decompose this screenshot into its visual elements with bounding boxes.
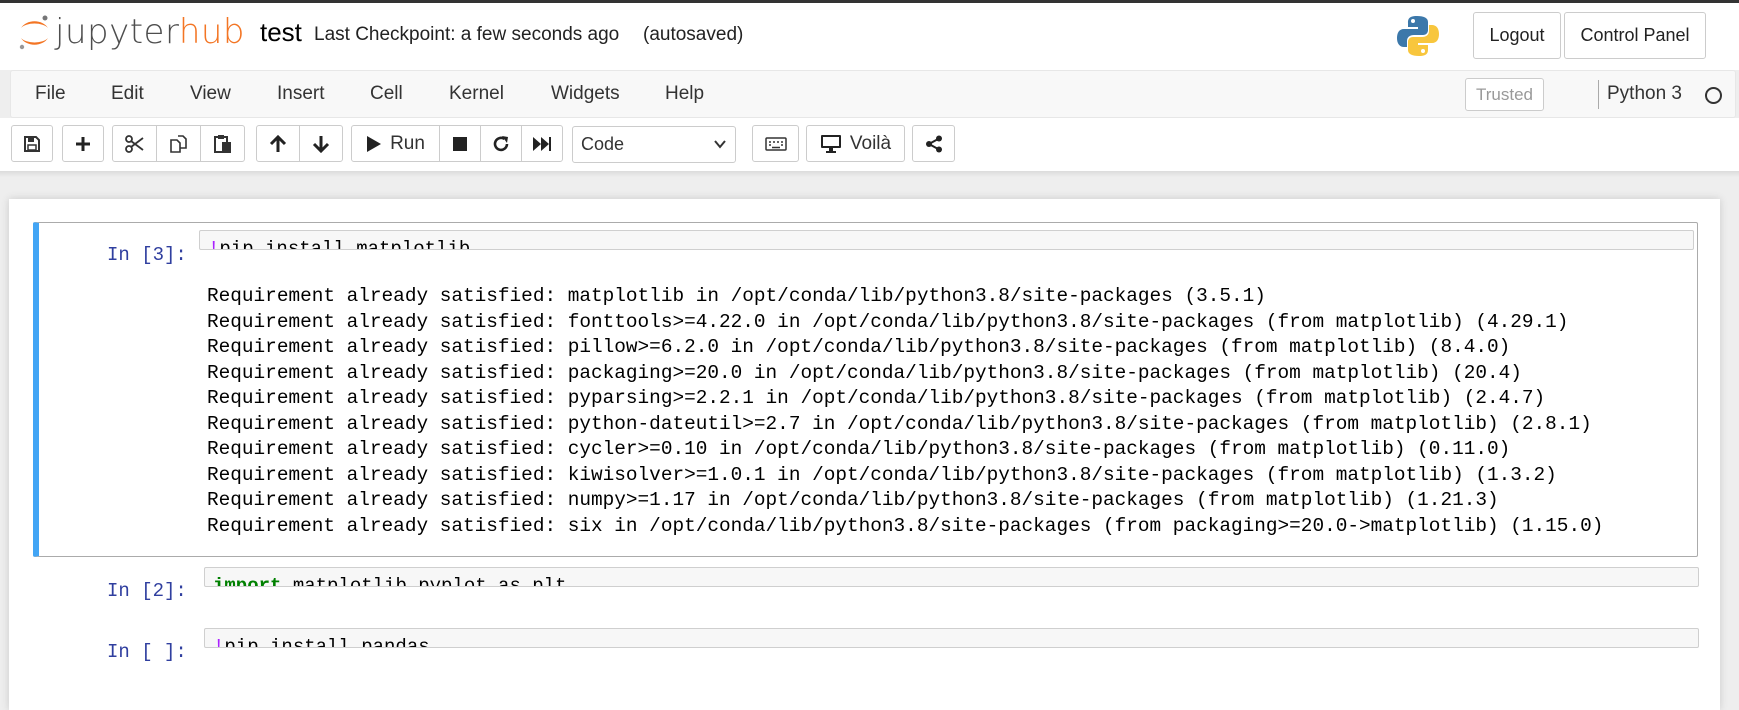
menu-cell[interactable]: Cell [370,83,403,105]
keyboard-icon [764,136,787,151]
menu-file[interactable]: File [35,83,66,105]
python-logo-icon [1397,16,1439,56]
code-cell[interactable]: In [ ]: !pip install pandas [33,622,1699,672]
output-line: Requirement already satisfied: packaging… [207,361,1522,384]
paste-button[interactable] [200,125,245,162]
header: jupyterhub test Last Checkpoint: a few s… [0,3,1739,70]
jupyterhub-logo[interactable]: jupyterhub [17,12,246,58]
input-prompt: In [ ]: [107,641,187,663]
cut-icon [124,134,144,153]
logout-button[interactable]: Logout [1473,12,1561,59]
kernel-name[interactable]: Python 3 [1607,83,1682,105]
output-line: Requirement already satisfied: six in /o… [207,514,1604,537]
save-button[interactable] [11,125,53,162]
input-prompt: In [3]: [107,244,187,266]
code-text: !pip install matplotlib [208,238,471,250]
paste-icon [213,134,231,153]
run-all-button[interactable] [521,125,563,162]
menu-insert[interactable]: Insert [277,83,325,105]
interrupt-button[interactable] [439,125,481,162]
command-palette-button[interactable] [752,125,799,162]
fast-forward-icon [533,136,551,151]
insert-group [62,125,104,162]
arrow-down-icon [312,135,330,153]
move-up-button[interactable] [256,125,300,162]
output-line: Requirement already satisfied: pyparsing… [207,387,1546,409]
output-line: Requirement already satisfied: numpy>=1.… [207,489,1499,511]
insert-cell-button[interactable] [62,125,104,162]
menu-edit[interactable]: Edit [111,83,144,105]
voila-label: Voilà [849,132,892,154]
desktop-icon [820,135,841,153]
kernel-idle-indicator-icon [1705,87,1722,104]
output-line: Requirement already satisfied: fonttools… [207,310,1569,333]
toolbar-shadow [0,171,1739,177]
voila-group: Voilà [806,125,905,162]
share-button[interactable] [912,125,955,162]
code-input[interactable]: import matplotlib.pyplot as plt [204,567,1699,587]
menu-widgets[interactable]: Widgets [551,83,620,105]
move-down-button[interactable] [299,125,343,162]
run-label: Run [390,132,425,154]
last-checkpoint: Last Checkpoint: a few seconds ago [314,24,620,45]
run-group: Run [351,125,563,162]
output-line: Requirement already satisfied: kiwisolve… [207,463,1557,486]
run-button[interactable]: Run [351,125,440,162]
restart-icon [493,135,509,151]
save-icon [24,135,40,152]
code-cell[interactable]: In [3]: !pip install matplotlib Requirem… [33,222,1698,557]
notebook-container: In [3]: !pip install matplotlib Requirem… [9,199,1720,710]
voila-button[interactable]: Voilà [806,125,905,162]
input-prompt: In [2]: [107,580,187,602]
trusted-indicator[interactable]: Trusted [1465,78,1544,111]
plus-icon [76,136,90,151]
menu-help[interactable]: Help [665,83,704,105]
code-cell[interactable]: In [2]: import matplotlib.pyplot as plt [33,561,1699,611]
restart-button[interactable] [480,125,522,162]
menu-view[interactable]: View [190,83,231,105]
menubar-separator [1598,80,1599,109]
output-line: Requirement already satisfied: python-da… [207,412,1592,435]
output-line: Requirement already satisfied: cycler>=0… [207,438,1511,460]
cut-button[interactable] [112,125,157,162]
logo-text: jupyterhub [55,12,246,52]
save-group [11,125,53,162]
code-text: import matplotlib.pyplot as plt [213,575,567,587]
jupyter-ring-icon [19,15,48,50]
menubar: File Edit View Insert Cell Kernel Widget… [10,70,1736,118]
toolbar: Run Code Voilà [0,118,1739,171]
code-input[interactable]: !pip install matplotlib [199,230,1694,250]
chevron-down-icon [714,140,726,149]
control-panel-button[interactable]: Control Panel [1564,12,1706,59]
code-text: !pip install pandas [213,636,430,648]
play-icon [367,135,382,152]
keyboard-group [752,125,799,162]
autosave-status: (autosaved) [643,24,744,45]
copy-icon [169,134,187,153]
cell-type-value: Code [581,134,625,154]
edit-group [112,125,245,162]
cell-type-select[interactable]: Code [572,126,736,163]
cell-output: Requirement already satisfied: matplotli… [207,284,1603,539]
output-line: Requirement already satisfied: pillow>=6… [207,336,1511,358]
code-input[interactable]: !pip install pandas [204,628,1699,648]
copy-button[interactable] [156,125,201,162]
move-group [256,125,343,162]
stop-icon [453,136,467,151]
notebook-name[interactable]: test [260,17,302,48]
arrow-up-icon [269,134,287,152]
share-icon [925,135,942,152]
menu-kernel[interactable]: Kernel [449,83,504,105]
share-group [912,125,955,162]
output-line: Requirement already satisfied: matplotli… [207,285,1266,307]
